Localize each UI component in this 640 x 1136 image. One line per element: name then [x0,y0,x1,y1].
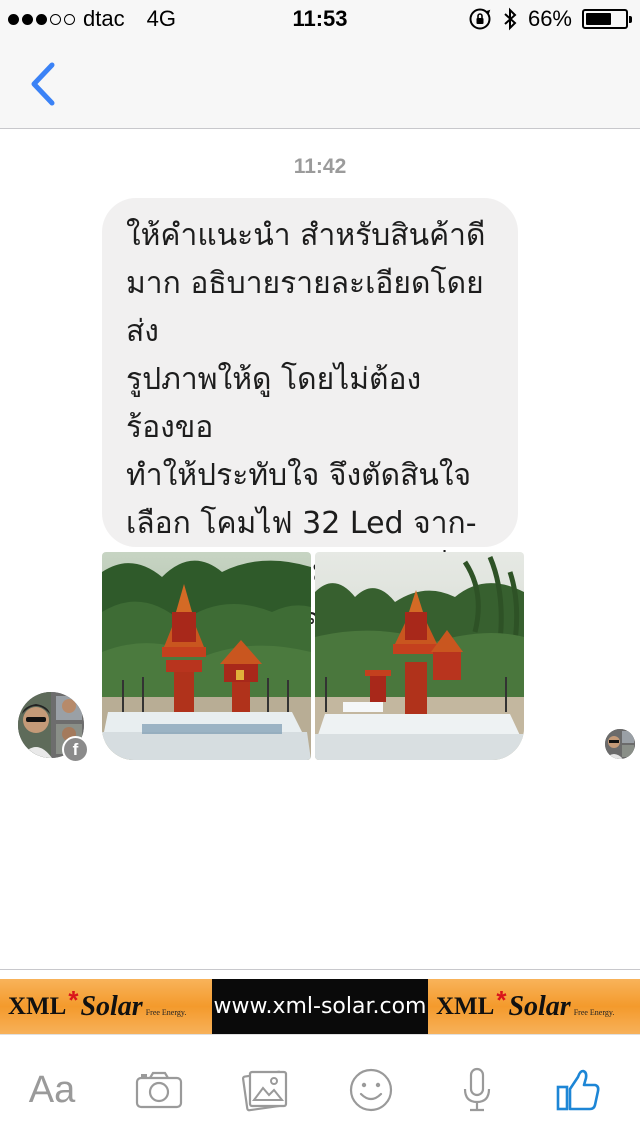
bluetooth-icon [504,7,517,31]
battery-level [586,13,612,25]
logo-name: Solar [80,990,143,1022]
camera-icon [135,1071,183,1109]
logo-brand: XML [436,992,495,1020]
shrine-photo-2 [315,552,524,760]
message-bubble[interactable]: ให้คำแนะนำ สำหรับสินค้าดี มาก อธิบายรายล… [102,198,518,637]
facebook-badge-icon: f [62,736,89,763]
banner-logo-left: XML * Solar Free Energy. [0,979,212,1034]
photo-attachment-1[interactable] [102,552,311,760]
camera-button[interactable] [131,1065,187,1115]
text-input-button[interactable]: Aa [24,1065,80,1115]
emoji-icon [349,1068,393,1112]
shrine-photo-1 [102,552,311,760]
photo-attachment-2[interactable] [315,552,524,760]
banner-logo-right: XML * Solar Free Energy. [428,979,640,1034]
read-receipt-image [605,729,635,759]
chevron-left-icon [31,62,55,106]
logo-tagline: Free Energy. [145,1008,187,1017]
status-right: 66% [468,6,632,32]
navigation-bar [0,40,640,129]
ad-banner[interactable]: XML * Solar Free Energy. www.xml-solar.c… [0,979,640,1034]
microphone-icon [463,1067,491,1112]
back-button[interactable] [24,60,64,108]
composer-toolbar: Aa [0,1034,640,1136]
like-icon [556,1069,600,1111]
logo-star: * [496,985,507,1015]
status-bar: dtac 4G 11:53 66% [0,0,640,40]
logo-name: Solar [508,990,571,1022]
logo-brand: XML [8,992,67,1020]
message-timestamp: 11:42 [293,155,347,178]
like-button[interactable] [550,1065,606,1115]
rotation-lock-icon [469,8,491,30]
banner-divider [0,969,640,970]
battery-icon [582,9,632,29]
banner-url[interactable]: www.xml-solar.com [212,979,428,1034]
gallery-icon [241,1070,288,1112]
battery-percent: 66% [527,6,572,31]
read-receipt-avatar [605,729,635,759]
gallery-button[interactable] [238,1065,294,1115]
emoji-button[interactable] [343,1065,399,1115]
logo-star: * [68,985,79,1015]
logo-tagline: Free Energy. [573,1008,615,1017]
microphone-button[interactable] [449,1065,505,1115]
